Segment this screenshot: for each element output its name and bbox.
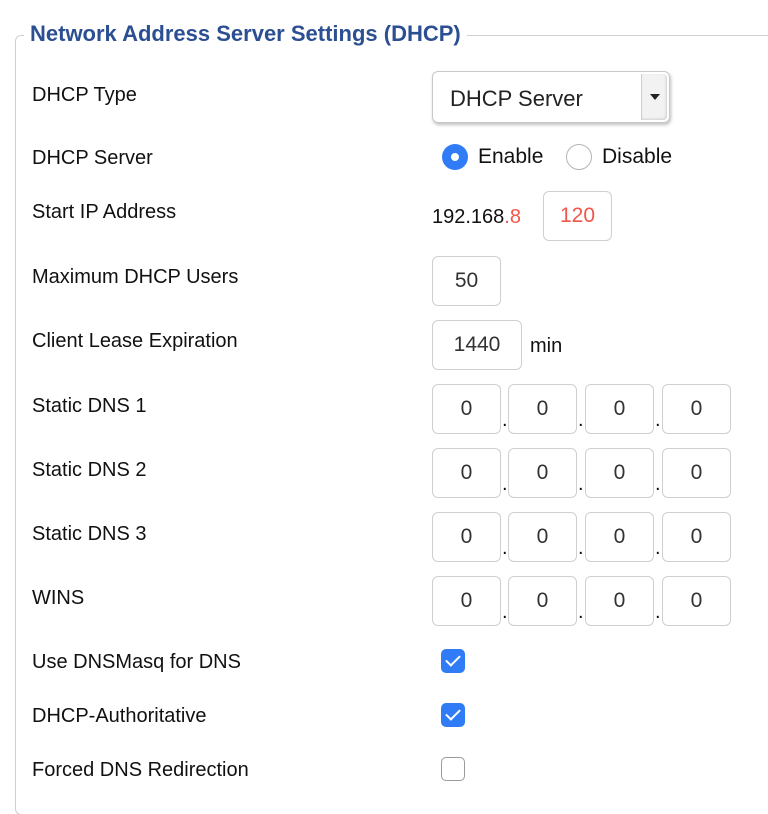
dns1-octet-2-input[interactable]: 0 [508,384,577,434]
dhcp-type-selected-value: DHCP Server [450,86,583,111]
dns3-octet-3-input[interactable]: 0 [585,512,654,562]
wins-label: WINS [32,587,85,609]
dns3-dot-1: . [502,537,508,559]
dhcp-server-disable-radio[interactable] [566,144,592,170]
start-ip-last-octet-input[interactable]: 120 [543,191,612,241]
dns3-dot-2: . [578,537,584,559]
dhcp-server-label: DHCP Server [32,147,153,169]
wins-dot-2: . [578,601,584,623]
dhcp-server-enable-label: Enable [478,145,544,168]
dns2-octet-1-input[interactable]: 0 [432,448,501,498]
dns2-octet-4-input[interactable]: 0 [662,448,731,498]
dns3-label: Static DNS 3 [32,523,147,545]
dns2-dot-3: . [655,473,661,495]
wins-dot-3: . [655,601,661,623]
max-users-input[interactable]: 50 [432,256,501,306]
section-legend: Network Address Server Settings (DHCP) [24,20,467,48]
authoritative-checkbox[interactable] [441,703,465,727]
dns1-octet-1-input[interactable]: 0 [432,384,501,434]
dns1-octet-3-input[interactable]: 0 [585,384,654,434]
wins-octet-1-input[interactable]: 0 [432,576,501,626]
dns1-dot-1: . [502,409,508,431]
start-ip-label: Start IP Address [32,201,177,223]
forced-dns-label: Forced DNS Redirection [32,759,249,781]
forced-dns-checkbox[interactable] [441,757,465,781]
authoritative-label: DHCP-Authoritative [32,705,207,727]
dns1-dot-3: . [655,409,661,431]
dns1-octet-4-input[interactable]: 0 [662,384,731,434]
wins-octet-2-input[interactable]: 0 [508,576,577,626]
dns2-octet-3-input[interactable]: 0 [585,448,654,498]
dns2-octet-2-input[interactable]: 0 [508,448,577,498]
wins-octet-3-input[interactable]: 0 [585,576,654,626]
start-ip-prefix: 192.168.8 [432,205,521,229]
max-users-label: Maximum DHCP Users [32,266,239,288]
lease-unit: min [530,335,563,357]
dns3-octet-4-input[interactable]: 0 [662,512,731,562]
lease-input[interactable]: 1440 [432,320,522,370]
dhcp-server-disable-label: Disable [602,145,673,168]
start-ip-network: 192.168 [432,206,505,228]
wins-octet-4-input[interactable]: 0 [662,576,731,626]
dhcp-type-select[interactable]: DHCP Server [432,71,670,123]
dhcp-server-enable-radio[interactable] [442,144,468,170]
wins-dot-1: . [502,601,508,623]
dns3-dot-3: . [655,537,661,559]
start-ip-third-octet: .8 [504,206,521,228]
dnsmasq-checkbox[interactable] [441,649,465,673]
dns3-octet-1-input[interactable]: 0 [432,512,501,562]
dns2-dot-2: . [578,473,584,495]
dns1-dot-2: . [578,409,584,431]
dns2-dot-1: . [502,473,508,495]
chevron-down-icon [641,74,667,120]
dns3-octet-2-input[interactable]: 0 [508,512,577,562]
dns2-label: Static DNS 2 [32,459,147,481]
dns1-label: Static DNS 1 [32,395,147,417]
lease-label: Client Lease Expiration [32,330,238,352]
dhcp-type-label: DHCP Type [32,84,137,106]
dnsmasq-label: Use DNSMasq for DNS [32,651,241,673]
